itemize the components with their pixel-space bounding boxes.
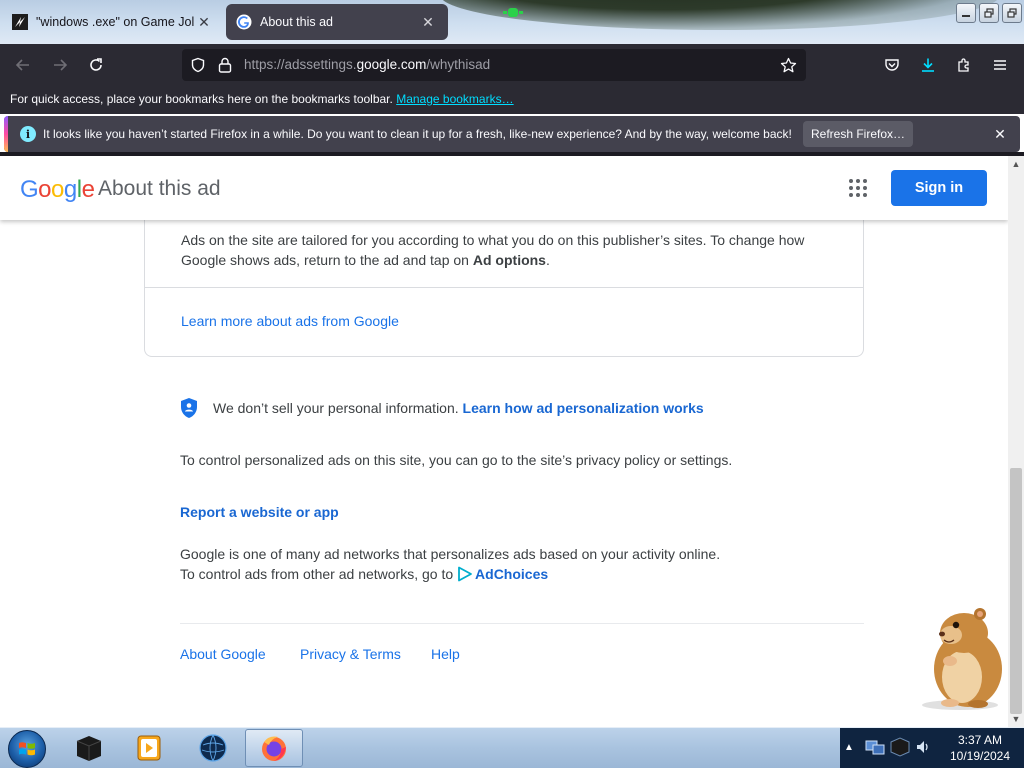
bookmarks-hint: For quick access, place your bookmarks h… xyxy=(10,92,393,106)
close-tab-icon[interactable]: ✕ xyxy=(418,12,438,32)
forward-arrow-icon xyxy=(54,59,68,71)
black-cube-app-icon xyxy=(76,736,102,761)
maximize-button[interactable] xyxy=(979,3,999,23)
card-text-end: . xyxy=(545,252,550,268)
globe-app-icon xyxy=(199,734,227,762)
control-ads-text: To control personalized ads on this site… xyxy=(180,452,733,468)
hamster-desktop-pet-icon[interactable] xyxy=(916,603,1012,713)
pocket-button[interactable] xyxy=(878,51,906,79)
scroll-up-icon[interactable]: ▲ xyxy=(1011,159,1021,169)
adchoices-icon xyxy=(458,566,472,582)
lock-icon[interactable] xyxy=(218,57,232,73)
url-text[interactable]: https://adssettings.google.com/whythisad xyxy=(244,57,490,72)
start-button[interactable] xyxy=(8,730,46,768)
download-icon xyxy=(922,58,934,72)
card-divider xyxy=(145,287,863,288)
ad-networks-text: Google is one of many ad networks that p… xyxy=(180,544,720,584)
gamejolt-favicon-icon xyxy=(12,14,28,30)
taskbar-media-player[interactable] xyxy=(120,729,178,767)
taskbar-globe-app[interactable] xyxy=(184,729,242,767)
windows-taskbar: ▲ 3:37 AM 10/19/2024 xyxy=(0,727,1024,768)
tab-gamejolt[interactable]: "windows .exe" on Game Jolt ✕ xyxy=(2,4,224,40)
url-domain: google.com xyxy=(356,57,427,72)
footer-divider xyxy=(180,623,864,624)
scroll-down-icon[interactable]: ▼ xyxy=(1011,714,1021,724)
google-favicon-icon xyxy=(236,14,252,30)
tab-title: About this ad xyxy=(260,15,333,29)
reload-icon xyxy=(90,58,102,71)
media-player-icon xyxy=(137,735,161,761)
navigation-toolbar: https://adssettings.google.com/whythisad xyxy=(0,44,1024,86)
google-apps-icon[interactable] xyxy=(846,176,870,200)
puzzle-piece-icon xyxy=(958,58,969,72)
refresh-firefox-button[interactable]: Refresh Firefox… xyxy=(803,121,913,147)
networks-line-2: To control ads from other ad networks, g… xyxy=(180,564,720,584)
tab-strip: "windows .exe" on Game Jolt ✕ About this… xyxy=(0,0,1024,44)
volume-icon[interactable] xyxy=(914,738,932,756)
page-title: About this ad xyxy=(98,177,221,200)
close-notification-icon[interactable]: ✕ xyxy=(990,124,1010,144)
refresh-notification-bar: i It looks like you haven’t started Fire… xyxy=(4,116,1020,152)
bookmarks-toolbar: For quick access, place your bookmarks h… xyxy=(0,86,1024,114)
pocket-icon xyxy=(885,59,899,71)
privacy-shield-icon xyxy=(181,398,197,418)
privacy-statement: We don’t sell your personal information.… xyxy=(213,400,704,416)
google-header: Google About this ad Sign in xyxy=(0,156,1008,220)
address-bar[interactable]: https://adssettings.google.com/whythisad xyxy=(182,49,806,81)
downloads-button[interactable] xyxy=(914,51,942,79)
taskbar-black-cube-app[interactable] xyxy=(60,729,118,767)
forward-button[interactable] xyxy=(46,51,74,79)
windows-logo-icon xyxy=(19,742,35,756)
manage-bookmarks-link[interactable]: Manage bookmarks… xyxy=(396,92,513,106)
clock-time: 3:37 AM xyxy=(957,733,1003,747)
adchoices-label: AdChoices xyxy=(475,566,549,582)
about-google-link[interactable]: About Google xyxy=(180,646,266,662)
google-logo[interactable]: Google xyxy=(20,176,95,204)
privacy-text: We don’t sell your personal information. xyxy=(213,400,459,416)
close-tab-icon[interactable]: ✕ xyxy=(194,12,214,32)
network-icon[interactable] xyxy=(864,736,886,758)
notification-accent-stripe xyxy=(4,116,8,152)
tray-cube-icon[interactable] xyxy=(888,736,912,758)
ad-options-label: Ad options xyxy=(472,252,546,268)
back-button[interactable] xyxy=(9,51,37,79)
reload-button[interactable] xyxy=(82,51,110,79)
shield-tracking-icon[interactable] xyxy=(190,57,206,73)
adchoices-link[interactable]: AdChoices xyxy=(457,566,548,582)
help-link[interactable]: Help xyxy=(431,646,460,662)
taskbar-firefox[interactable] xyxy=(245,729,303,767)
taskbar-clock[interactable]: 3:37 AM 10/19/2024 xyxy=(940,732,1020,764)
show-hidden-icons-icon[interactable]: ▲ xyxy=(844,742,854,753)
report-website-link[interactable]: Report a website or app xyxy=(180,504,339,520)
networks-line-1: Google is one of many ad networks that p… xyxy=(180,546,721,562)
close-window-button[interactable] xyxy=(1002,3,1022,23)
app-menu-button[interactable] xyxy=(986,51,1014,79)
extensions-button[interactable] xyxy=(950,51,978,79)
ad-info-card: Ads on the site are tailored for you acc… xyxy=(144,196,864,357)
learn-more-link[interactable]: Learn more about ads from Google xyxy=(181,313,399,329)
ad-personalization-link[interactable]: Learn how ad personalization works xyxy=(463,400,704,416)
clock-date: 10/19/2024 xyxy=(949,749,1011,763)
sign-in-button[interactable]: Sign in xyxy=(891,170,987,206)
back-arrow-icon xyxy=(15,59,29,71)
tab-title: "windows .exe" on Game Jolt xyxy=(36,15,194,29)
green-robot-icon xyxy=(503,8,523,17)
close-window-icon xyxy=(1007,8,1017,18)
tab-about-this-ad[interactable]: About this ad ✕ xyxy=(226,4,448,40)
page-content: Google About this ad Sign in Ads on the … xyxy=(0,156,1008,727)
minimize-button[interactable] xyxy=(956,3,976,23)
restore-icon xyxy=(984,8,994,18)
system-tray: ▲ 3:37 AM 10/19/2024 xyxy=(840,728,1024,768)
info-icon: i xyxy=(20,126,36,142)
ad-tailoring-text: Ads on the site are tailored for you acc… xyxy=(181,230,841,270)
hamburger-menu-icon xyxy=(994,60,1006,70)
bookmark-star-icon[interactable] xyxy=(780,57,797,74)
url-prefix: https://adssettings. xyxy=(244,57,357,72)
notification-message: It looks like you haven’t started Firefo… xyxy=(43,127,792,141)
networks-line-2-text: To control ads from other ad networks, g… xyxy=(180,566,454,582)
minimize-icon xyxy=(962,15,970,17)
firefox-icon xyxy=(262,736,286,761)
url-path: /whythisad xyxy=(426,57,491,72)
privacy-terms-link[interactable]: Privacy & Terms xyxy=(300,646,401,662)
